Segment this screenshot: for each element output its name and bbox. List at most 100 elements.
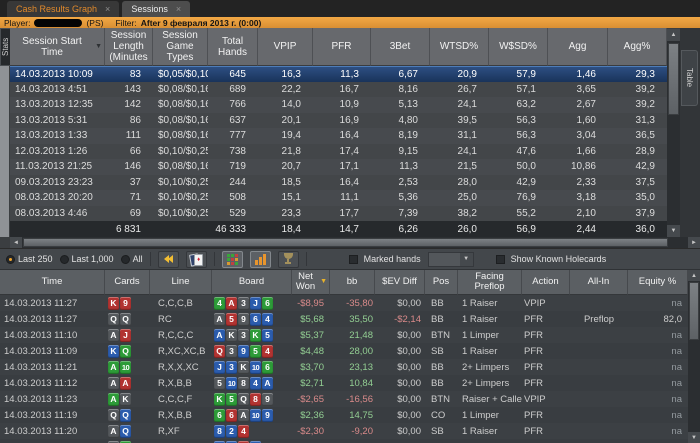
session-row[interactable]: 08.03.2013 20:20 71 $0,10/$0,25 508 15,1 11,1… — [10, 190, 667, 206]
cell: 14.03.2013 10:09 — [15, 68, 93, 80]
hand-row[interactable]: 14.03.2013 11:27 K 9 C,C,C,B 4 A 3 J 6 -$8,95 -35,… — [0, 295, 688, 311]
column-label: VPIP — [273, 41, 297, 52]
hand-row[interactable]: 14.03.2013 11:10 A J R,C,C,C A K 3 K 5 $5,37 21,48… — [0, 327, 688, 343]
card-chip: J — [120, 328, 131, 342]
hand-row[interactable]: 14.03.2013 11:19 Q Q R,X,B,B 6 6 A 10 9 $2,36 14,7… — [0, 407, 688, 423]
column-header-session-start-time[interactable]: Session Start Time ▼ — [10, 28, 105, 66]
card-chip: A — [262, 376, 273, 390]
checkbox-icon[interactable] — [495, 254, 505, 264]
session-row[interactable]: 09.03.2013 23:23 37 $0,10/$0,25 244 18,5 16,4… — [10, 174, 667, 190]
hand-row[interactable]: 14.03.2013 11:21 A 10 R,X,X,XC J 3 K 10 6 $3,70 23… — [0, 359, 688, 375]
hand-row-partial[interactable] — [0, 439, 688, 443]
cell: 244 — [229, 176, 246, 188]
hands-vertical-scrollbar[interactable]: ▲ ▼ — [688, 270, 700, 443]
hand-row[interactable]: 14.03.2013 11:27 Q Q RC A 5 9 6 4 $5,68 35,50 -$2,1… — [0, 311, 688, 327]
hand-row[interactable]: 14.03.2013 11:20 A Q R,XF 8 2 4 -$2,30 -9,20 $0,0… — [0, 423, 688, 439]
session-row[interactable]: 14.03.2013 4:51 143 $0,08/$0,16 689 22,2 16,7… — [10, 81, 667, 97]
card-chip: 3 — [238, 328, 249, 342]
close-icon[interactable]: × — [105, 4, 110, 14]
cell: $0,00 — [397, 425, 421, 437]
column-header-cards[interactable]: Cards — [105, 270, 150, 295]
scroll-left-icon[interactable]: ◄ — [10, 237, 22, 248]
column-header-ev-diff[interactable]: $EV Diff — [375, 270, 425, 295]
column-header-w-sd[interactable]: W$SD% — [489, 28, 548, 66]
tab-sessions[interactable]: Sessions × — [122, 1, 191, 17]
column-header-agg[interactable]: Agg — [548, 28, 608, 66]
hand-row[interactable]: 14.03.2013 11:12 A A R,X,B,B 5 10 8 4 A $2,71 10,8… — [0, 375, 688, 391]
radio-label: Last 1,000 — [71, 254, 114, 264]
card-chip: A — [120, 376, 131, 390]
column-header-vpip[interactable]: VPIP — [258, 28, 313, 66]
cell: 42,9 — [516, 176, 536, 188]
graph-button[interactable] — [249, 250, 271, 268]
session-row[interactable]: 13.03.2013 5:31 86 $0,08/$0,16 637 20,1 16,9 4… — [10, 112, 667, 128]
checkbox-label: Show Known Holecards — [510, 254, 607, 264]
show-known-holecards-checkbox[interactable]: Show Known Holecards — [495, 254, 607, 264]
sessions-vertical-scrollbar[interactable]: ▲ ▼ — [667, 29, 680, 237]
column-header-session-length-minutes[interactable]: Session Length (Minutes — [105, 28, 153, 66]
session-row[interactable]: 13.03.2013 12:35 142 $0,08/$0,16 766 14,0 10,… — [10, 97, 667, 113]
session-row[interactable]: 12.03.2013 1:26 66 $0,10/$0,25 738 21,8 17,4 9… — [10, 143, 667, 159]
column-header-facing-preflop[interactable]: Facing Preflop — [458, 270, 522, 295]
filter-bar: Player: (PS) Filter: After 9 февраля 201… — [0, 17, 700, 28]
card-chip: 5 — [214, 376, 225, 390]
cell: na — [671, 361, 682, 373]
scroll-right-icon[interactable]: ► — [688, 237, 700, 248]
column-header-total-hands[interactable]: Total Hands — [208, 28, 258, 66]
sessions-summary-row: 6 831 46 333 18,4 14,7 6,26 26,0 56,9 2,44 36,0 — [10, 221, 667, 237]
hand-row[interactable]: 14.03.2013 11:09 K Q R,XC,XC,B Q 3 9 5 4 $4,48 28,… — [0, 343, 688, 359]
column-header-line[interactable]: Line — [150, 270, 212, 295]
column-label: Total Hands — [218, 35, 247, 58]
scroll-down-icon[interactable]: ▼ — [667, 225, 680, 237]
column-header-bb[interactable]: bb — [330, 270, 375, 295]
column-header-pfr[interactable]: PFR — [313, 28, 371, 66]
session-row[interactable]: 13.03.2013 1:33 111 $0,08/$0,16 777 19,4 16,4… — [10, 128, 667, 144]
radio-all[interactable]: All — [120, 254, 143, 264]
hand-matrix-button[interactable] — [221, 250, 243, 268]
cell: 10,9 — [339, 99, 359, 111]
replayer-button[interactable]: ♦ — [185, 250, 207, 268]
close-icon[interactable]: × — [176, 4, 181, 14]
cell: Raiser + Callers — [462, 393, 522, 405]
column-header-net-won[interactable]: Net Won ▼ — [292, 270, 330, 295]
column-header-3bet[interactable]: 3Bet — [371, 28, 430, 66]
column-header-all-in[interactable]: All-In — [570, 270, 628, 295]
scrollbar-thumb[interactable] — [23, 238, 668, 247]
session-row[interactable]: 14.03.2013 10:09 83 $0,05/$0,10 645 16,3 11,3… — [10, 66, 667, 82]
column-header-agg[interactable]: Agg% — [608, 28, 667, 66]
marked-hands-dropdown[interactable]: ▼ — [427, 251, 474, 267]
radio-last-250[interactable]: Last 250 — [6, 254, 53, 264]
cell: 16,3 — [281, 68, 301, 80]
tab-cash-results-graph[interactable]: Cash Results Graph × — [7, 1, 120, 17]
chevron-down-icon[interactable]: ▼ — [459, 252, 473, 266]
cell: 824 — [212, 424, 292, 438]
column-header-session-game-types[interactable]: Session Game Types — [153, 28, 208, 66]
stats-panel-grip[interactable] — [0, 66, 9, 237]
column-header-action[interactable]: Action — [522, 270, 570, 295]
cell: 21,48 — [349, 329, 373, 341]
column-header-board[interactable]: Board — [212, 270, 292, 295]
radio-dot-icon[interactable] — [120, 254, 130, 264]
marked-hands-checkbox[interactable]: Marked hands — [348, 254, 421, 264]
session-row[interactable]: 11.03.2013 21:25 146 $0,08/$0,16 719 20,7 17,… — [10, 159, 667, 175]
radio-dot-icon[interactable] — [59, 254, 69, 264]
checkbox-icon[interactable] — [348, 254, 358, 264]
tourney-button[interactable] — [277, 250, 299, 268]
scroll-up-icon[interactable]: ▲ — [667, 29, 680, 41]
scrollbar-thumb[interactable] — [668, 43, 679, 115]
column-header-wtsd[interactable]: WTSD% — [430, 28, 489, 66]
hand-row[interactable]: 14.03.2013 11:23 A K C,C,C,F K 5 Q 8 9 -$2,65 -16,… — [0, 391, 688, 407]
replay-rewind-button[interactable] — [157, 250, 179, 268]
column-header-time[interactable]: Time — [0, 270, 105, 295]
column-header-pos[interactable]: Pos — [425, 270, 458, 295]
scrollbar-thumb[interactable] — [689, 282, 699, 340]
scroll-up-icon[interactable]: ▲ — [688, 270, 700, 281]
sessions-horizontal-scrollbar[interactable]: ◄ ► — [10, 237, 700, 248]
cell: 14.03.2013 11:23 — [4, 393, 78, 405]
scroll-down-icon[interactable]: ▼ — [688, 432, 700, 443]
table-panel-tab[interactable]: Table — [681, 50, 698, 106]
radio-last-1000[interactable]: Last 1,000 — [59, 254, 114, 264]
session-row[interactable]: 08.03.2013 4:46 69 $0,10/$0,25 529 23,3 17,7 7… — [10, 205, 667, 221]
column-header-equity[interactable]: Equity % — [628, 270, 688, 295]
radio-dot-icon[interactable] — [6, 254, 15, 264]
